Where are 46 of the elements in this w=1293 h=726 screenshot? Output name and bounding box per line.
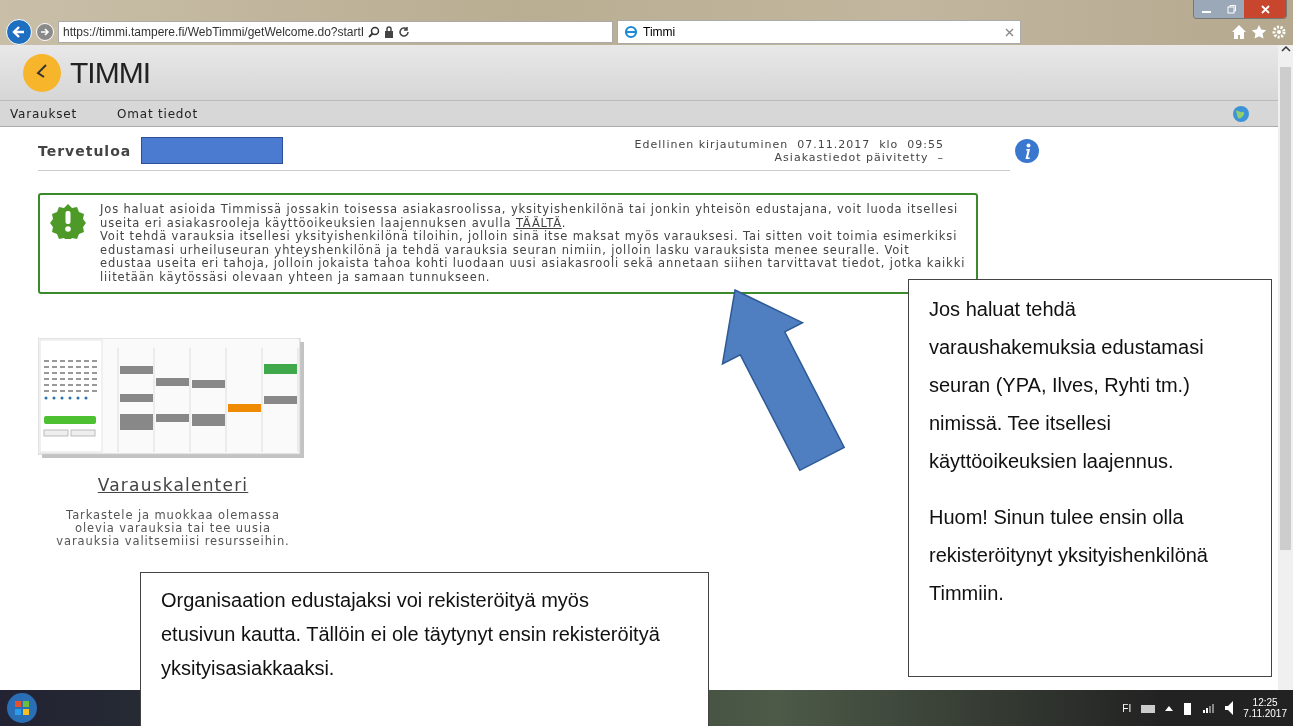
browser-tab[interactable]: Timmi xyxy=(617,20,1021,44)
here-link[interactable]: TÄÄLTÄ xyxy=(515,215,562,230)
menu-item[interactable]: Omat tiedot xyxy=(117,106,198,121)
lock-icon xyxy=(384,26,395,38)
scroll-up-icon[interactable] xyxy=(1280,45,1291,53)
callout-text: Huom! Sinun tulee ensin olla rekisteröitynyt yksityishenkilönä Timmiin. xyxy=(929,505,1209,606)
clock[interactable]: 12:25 7.11.2017 xyxy=(1243,697,1287,719)
info-icon[interactable] xyxy=(1014,137,1040,164)
refresh-icon[interactable] xyxy=(398,26,411,38)
back-arrow-icon[interactable] xyxy=(12,25,26,39)
close-icon[interactable] xyxy=(1005,27,1014,37)
last-login-text: Edellinen kirjautuminen 07.11.2017 klo 09:55 xyxy=(634,137,944,151)
minimize-button[interactable] xyxy=(1194,0,1219,18)
caret-icon[interactable] xyxy=(1165,705,1174,711)
speaker-icon[interactable] xyxy=(1225,701,1234,715)
settings-icon[interactable] xyxy=(1271,24,1287,40)
menu-item[interactable]: Varaukset xyxy=(10,106,77,121)
notice-text: Voit tehdä varauksia itsellesi yksityishenkilönä tiloihin, jolloin sinä itse maksat myös varauksesi. Tai sitten voit toimia esimerkiksi edustamasi urheiluseuran yhteyshenkilönä ja tehdä varauksia seuran nimiin, jolloin lasku varauksista menee seuralle. Voit edustaa useita eri tahoja, jolloin jokaista tahoa kohti luodaan uusi asiakasrooli sekä annetaan siihen tarvittavat tiedot, jotka kaikki liitetään käytössäsi olevaan yhteen ja samaan tunnukseen. xyxy=(100,230,966,284)
home-icon[interactable] xyxy=(1231,24,1247,40)
clock-logo-icon xyxy=(22,52,62,93)
welcome-heading: Tervetuloa xyxy=(38,142,132,159)
start-button-icon[interactable] xyxy=(6,692,38,724)
back-button[interactable] xyxy=(6,19,32,45)
close-button[interactable] xyxy=(1244,0,1286,18)
callout-text: Jos haluat tehdä varaushakemuksia edustamasi seuran (YPA, Ilves, Ryhti tm.) nimissä. Tee itsellesi käyttöoikeuksien laajennus. xyxy=(929,297,1205,474)
forward-arrow-icon[interactable] xyxy=(40,27,50,37)
signal-icon[interactable] xyxy=(1203,703,1216,713)
language-indicator[interactable]: FI xyxy=(1122,702,1132,714)
scrollbar-thumb[interactable] xyxy=(1280,67,1291,550)
browser-logo-icon xyxy=(624,25,638,39)
keyboard-icon[interactable] xyxy=(1141,703,1156,713)
restore-icon[interactable] xyxy=(1227,4,1236,14)
search-icon[interactable] xyxy=(368,26,381,38)
app-logo: TIMMI xyxy=(70,55,150,90)
address-field[interactable]: https://timmi.tampere.fi/WebTimmi/getWelcome.do?startI xyxy=(58,21,613,43)
notice-text: Jos haluat asioida Timmissä jossakin toisessa asiakasroolissa, yksityishenkilönä tai jonkin yhteisön edustajana, voit luoda itsellesi useita eri asiakasrooleja käyttöoikeuksien laajennuksen avulla TÄÄLTÄ. xyxy=(100,203,960,230)
globe-icon[interactable] xyxy=(1232,104,1250,123)
maximize-button[interactable] xyxy=(1219,0,1244,18)
star-icon[interactable] xyxy=(1251,24,1267,40)
forward-button[interactable] xyxy=(36,23,54,41)
calendar-link[interactable]: Varauskalenteri xyxy=(97,475,249,495)
updated-text: Asiakastiedot päivitetty – xyxy=(774,150,944,164)
exclamation-badge-icon xyxy=(50,203,86,239)
calendar-description: Tarkastele ja muokkaa olemassa olevia varauksia tai tee uusia varauksia valitsemiisi resursseihin. xyxy=(55,509,291,548)
callout-text: Organisaation edustajaksi voi rekisteröityä myös etusivun kautta. Tällöin ei ole täytynyt ensin rekisteröityä yksityisasiakkaaksi. xyxy=(161,588,661,681)
battery-icon[interactable] xyxy=(1183,701,1194,715)
